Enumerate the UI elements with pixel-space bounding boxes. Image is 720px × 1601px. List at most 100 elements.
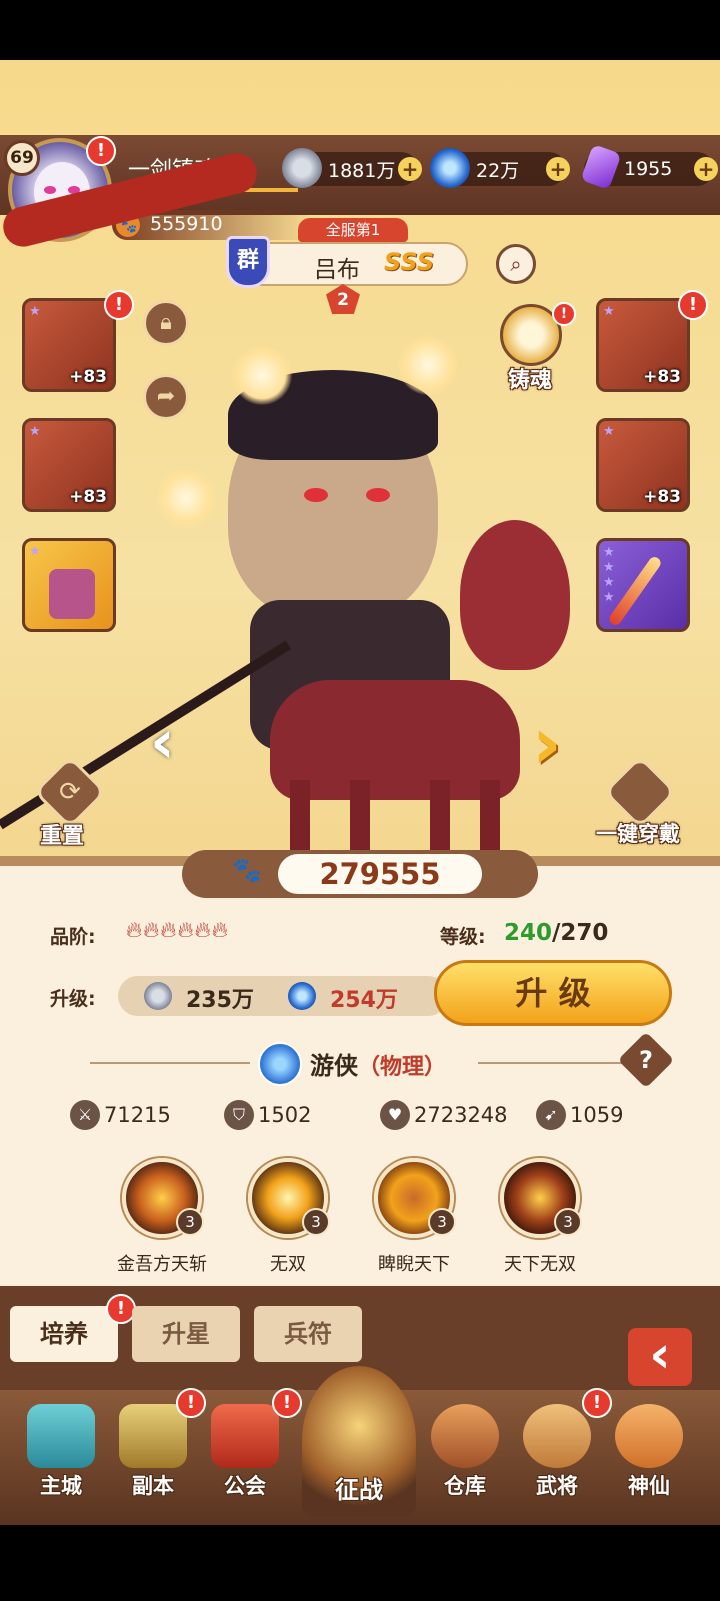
crystal-value: 1955 bbox=[624, 158, 673, 180]
add-crystal-button[interactable]: + bbox=[694, 157, 718, 181]
nav-label: 主城 bbox=[40, 1474, 82, 1498]
hero-name: 吕布 bbox=[314, 257, 360, 283]
avatar-eye-left bbox=[44, 186, 56, 194]
defense-icon: ⛉ bbox=[224, 1100, 254, 1130]
flag-icon bbox=[211, 1404, 279, 1468]
forge-soul-label: 铸魂 bbox=[508, 368, 553, 393]
equipment-slot-boots[interactable]: ★ +83 bbox=[596, 418, 690, 512]
star-icon: ★ bbox=[603, 304, 615, 319]
class-name: 游侠（物理） bbox=[310, 1046, 446, 1081]
nav-guild[interactable]: 公会 bbox=[200, 1404, 290, 1500]
avatar-alert-badge: ! bbox=[86, 136, 116, 166]
tab-tally[interactable]: 兵符 bbox=[254, 1306, 362, 1362]
skill-name: 金吾方天斩 bbox=[117, 1254, 207, 1275]
skill-level: 3 bbox=[428, 1208, 456, 1236]
skill-name: 天下无双 bbox=[504, 1254, 576, 1275]
equipment-slot-artifact[interactable]: ★ ★ ★ ★ bbox=[596, 538, 690, 632]
magnifier-icon[interactable]: ⌕ bbox=[496, 244, 536, 284]
hp-icon: ♥ bbox=[380, 1100, 410, 1130]
coin-value: 1881万 bbox=[328, 159, 396, 182]
divider-line bbox=[90, 1062, 250, 1064]
add-coin-button[interactable]: + bbox=[398, 157, 422, 181]
equipment-slot-armor[interactable]: ★ +83 bbox=[596, 298, 690, 392]
horse-leg bbox=[350, 780, 370, 850]
skill-level: 3 bbox=[554, 1208, 582, 1236]
hero-grade: SSS bbox=[384, 248, 435, 276]
combat-power-value: 279555 bbox=[278, 854, 482, 894]
speed-value: 1059 bbox=[570, 1103, 624, 1127]
paw-slot-icon[interactable] bbox=[398, 335, 458, 395]
coin-icon bbox=[282, 148, 322, 188]
attack-value: 71215 bbox=[104, 1103, 171, 1127]
horse-head bbox=[460, 520, 570, 670]
hero-star-badge: 2 bbox=[326, 284, 360, 314]
collapse-arrow-icon[interactable]: ‹ bbox=[628, 1328, 692, 1386]
orb-icon bbox=[288, 982, 316, 1010]
upgrade-button[interactable]: 升 级 bbox=[434, 960, 672, 1026]
nav-generals[interactable]: 武将 bbox=[512, 1404, 602, 1500]
game-screen: 69 ! 一剑镇魂 🐾 555910 1881万 + 22万 + 1955 + … bbox=[0, 60, 720, 1525]
equipment-slot-helmet[interactable]: ★ +83 bbox=[22, 418, 116, 512]
stat-hp: ♥ 2723248 bbox=[380, 1100, 508, 1130]
nav-campaign[interactable]: 征战 bbox=[314, 1404, 404, 1505]
equipment-slot-treasure[interactable]: ★ bbox=[22, 538, 116, 632]
equipment-level: +83 bbox=[69, 487, 107, 507]
resource-crystal[interactable]: 1955 + bbox=[580, 144, 718, 190]
star-icon: ★ bbox=[29, 424, 41, 439]
player-level-badge: 69 bbox=[4, 140, 40, 176]
cat-immortal-icon bbox=[615, 1404, 683, 1468]
star-icon: ★ bbox=[29, 304, 41, 319]
defense-value: 1502 bbox=[258, 1103, 312, 1127]
upgrade-orb-cost: 254万 bbox=[330, 988, 398, 1013]
tab-cultivate[interactable]: 培养 bbox=[10, 1306, 118, 1362]
paw-slot-icon[interactable] bbox=[232, 345, 292, 405]
nav-label: 武将 bbox=[536, 1474, 578, 1498]
equipment-slot-weapon[interactable]: ★ +83 bbox=[22, 298, 116, 392]
lock-icon[interactable]: 🔒︎ bbox=[143, 300, 189, 346]
banner-icon bbox=[325, 1404, 393, 1468]
coin-icon bbox=[144, 982, 172, 1010]
resource-coin[interactable]: 1881万 + bbox=[282, 148, 422, 188]
alert-badge: ! bbox=[678, 290, 708, 320]
reset-label[interactable]: 重置 bbox=[40, 818, 84, 850]
skill-level: 3 bbox=[302, 1208, 330, 1236]
bag-icon bbox=[431, 1404, 499, 1468]
faction-shield-icon: 群 bbox=[226, 236, 270, 288]
previous-hero-arrow-icon[interactable]: ‹ bbox=[150, 712, 194, 772]
server-rank-tag: 全服第1 bbox=[298, 218, 408, 242]
level-label: 等级: bbox=[440, 926, 486, 948]
stat-speed: ➹ 1059 bbox=[536, 1100, 623, 1130]
tab-star-up[interactable]: 升星 bbox=[132, 1306, 240, 1362]
equip-all-label[interactable]: 一键穿戴 bbox=[596, 818, 680, 848]
nav-immortals[interactable]: 神仙 bbox=[604, 1404, 694, 1500]
nav-warehouse[interactable]: 仓库 bbox=[420, 1404, 510, 1500]
alert-badge: ! bbox=[272, 1388, 302, 1418]
upgrade-coin-cost: 235万 bbox=[186, 988, 254, 1013]
hp-value: 2723248 bbox=[414, 1103, 508, 1127]
attack-icon: ⚔ bbox=[70, 1100, 100, 1130]
class-type: （物理） bbox=[358, 1055, 447, 1080]
alert-badge: ! bbox=[104, 290, 134, 320]
castle-icon bbox=[27, 1404, 95, 1468]
skill-icon[interactable]: 3 bbox=[248, 1158, 330, 1238]
upgrade-cost-bar: 235万 254万 bbox=[118, 976, 448, 1016]
nav-label: 征战 bbox=[335, 1476, 383, 1504]
nav-main-city[interactable]: 主城 bbox=[16, 1404, 106, 1500]
horse-leg bbox=[480, 780, 500, 850]
horse-leg bbox=[430, 780, 450, 850]
add-orb-button[interactable]: + bbox=[546, 157, 570, 181]
level-max: /270 bbox=[552, 920, 609, 946]
share-icon[interactable]: ➦ bbox=[143, 374, 189, 420]
horse-leg bbox=[290, 780, 310, 850]
paw-slot-icon[interactable] bbox=[156, 468, 216, 528]
next-hero-arrow-icon[interactable]: › bbox=[532, 707, 576, 782]
skill-icon[interactable]: 3 bbox=[500, 1158, 582, 1238]
resource-orb[interactable]: 22万 + bbox=[430, 148, 570, 188]
skill-icon[interactable]: 3 bbox=[374, 1158, 456, 1238]
nav-label: 副本 bbox=[132, 1474, 174, 1498]
quality-flames-icon: 🔥︎🔥︎🔥︎🔥︎🔥︎🔥︎ bbox=[126, 918, 229, 943]
skill-icon[interactable]: 3 bbox=[122, 1158, 204, 1238]
nav-dungeon[interactable]: 副本 bbox=[108, 1404, 198, 1500]
equipment-level: +83 bbox=[643, 487, 681, 507]
help-question-glyph: ? bbox=[639, 1046, 653, 1074]
